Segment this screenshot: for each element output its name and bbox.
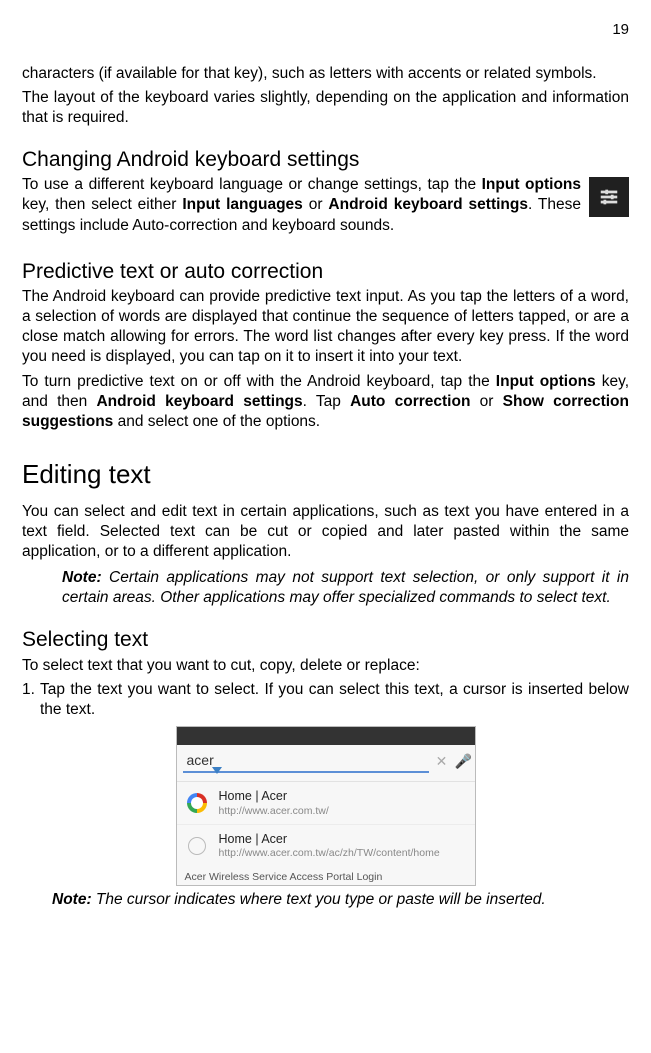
bold-android-keyboard-settings-2: Android keyboard settings	[96, 393, 302, 410]
screenshot-search-input: acer	[183, 749, 429, 773]
suggestion-url: http://www.acer.com.tw/ac/zh/TW/content/…	[219, 847, 467, 861]
selecting-intro: To select text that you want to cut, cop…	[22, 656, 629, 676]
editing-paragraph: You can select and edit text in certain …	[22, 502, 629, 562]
bold-input-options: Input options	[482, 176, 581, 193]
heading-selecting-text: Selecting text	[22, 626, 629, 653]
step-1-body: Tap the text you want to select. If you …	[40, 680, 629, 720]
bold-android-keyboard-settings: Android keyboard settings	[328, 196, 528, 213]
screenshot-container: acer ✕ 🎤 Home | Acer http://www.acer.com…	[22, 726, 629, 886]
note-body: The cursor indicates where text you type…	[92, 891, 546, 908]
screenshot-search-row: acer ✕ 🎤	[177, 745, 475, 775]
note-label: Note:	[52, 891, 92, 908]
text-fragment: or	[470, 393, 502, 410]
step-1-number: 1.	[22, 680, 40, 720]
settings-icon	[589, 177, 629, 217]
screenshot-search-value: acer	[187, 752, 214, 768]
text-fragment: To turn predictive text on or off with t…	[22, 373, 496, 390]
screenshot-status-bar	[177, 727, 475, 745]
screenshot-suggestion-row-2: Home | Acer http://www.acer.com.tw/ac/zh…	[177, 824, 475, 867]
note-body: Certain applications may not support tex…	[62, 569, 629, 606]
intro-paragraph-2: The layout of the keyboard varies slight…	[22, 88, 629, 128]
text-fragment: key, then select either	[22, 196, 182, 213]
bold-input-languages: Input languages	[182, 196, 302, 213]
mic-icon: 🎤	[455, 752, 469, 770]
text-fragment: . Tap	[303, 393, 350, 410]
final-note: Note: The cursor indicates where text yo…	[52, 890, 629, 910]
heading-editing-text: Editing text	[22, 458, 629, 492]
intro-paragraph-1: characters (if available for that key), …	[22, 64, 629, 84]
predictive-paragraph-1: The Android keyboard can provide predict…	[22, 287, 629, 368]
text-fragment: To use a different keyboard language or …	[22, 176, 482, 193]
text-fragment: and select one of the options.	[113, 413, 320, 430]
chrome-icon	[187, 793, 207, 813]
screenshot-suggestion-row-1: Home | Acer http://www.acer.com.tw/	[177, 782, 475, 824]
embedded-screenshot: acer ✕ 🎤 Home | Acer http://www.acer.com…	[176, 726, 476, 886]
page-number: 19	[22, 20, 629, 40]
heading-predictive-text: Predictive text or auto correction	[22, 258, 629, 285]
note-label: Note:	[62, 569, 102, 586]
bold-input-options-2: Input options	[496, 373, 596, 390]
clear-icon: ✕	[435, 752, 449, 770]
history-icon	[188, 837, 206, 855]
screenshot-partial-row: Acer Wireless Service Access Portal Logi…	[177, 867, 475, 885]
text-fragment: or	[303, 196, 329, 213]
editing-note: Note: Certain applications may not suppo…	[62, 568, 629, 608]
bold-auto-correction: Auto correction	[350, 393, 470, 410]
predictive-paragraph-2: To turn predictive text on or off with t…	[22, 372, 629, 432]
suggestion-url: http://www.acer.com.tw/	[219, 805, 467, 819]
suggestion-title: Home | Acer	[219, 831, 467, 847]
heading-changing-keyboard: Changing Android keyboard settings	[22, 146, 629, 173]
changing-paragraph: To use a different keyboard language or …	[22, 175, 629, 235]
step-1: 1. Tap the text you want to select. If y…	[22, 680, 629, 720]
suggestion-title: Home | Acer	[219, 788, 467, 804]
